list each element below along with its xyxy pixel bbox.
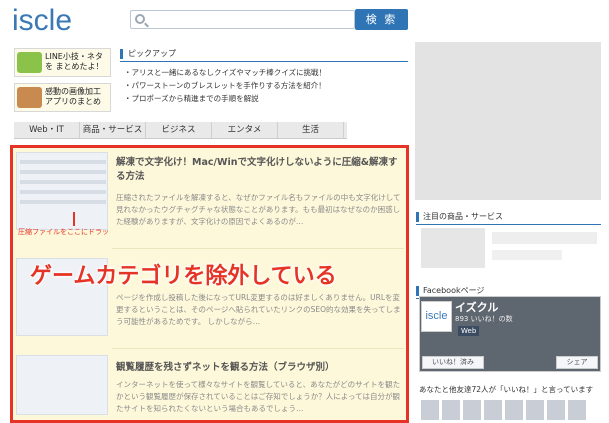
article-excerpt: インターネットを使って様々なサイトを観覧していると、あなたがどのサイトを観たかと… bbox=[116, 380, 401, 413]
featured-text-blurred bbox=[492, 250, 562, 260]
tab-entertainment[interactable]: エンタメ bbox=[212, 122, 278, 138]
featured-text-blurred bbox=[492, 232, 597, 244]
article-thumbnail[interactable] bbox=[16, 355, 108, 415]
article-title[interactable]: 観覧履歴を残さずネットを観る方法（ブラウザ別） bbox=[116, 361, 406, 375]
thumbnail-content bbox=[20, 160, 106, 210]
avatar[interactable] bbox=[547, 400, 565, 420]
banner-photo-apps[interactable]: 感動の画像加工 アプリのまとめ bbox=[14, 83, 111, 112]
avatar[interactable] bbox=[568, 400, 586, 420]
facebook-like-button[interactable]: いいね！済み bbox=[422, 356, 484, 369]
ad-placeholder bbox=[415, 42, 601, 200]
search-icon bbox=[135, 14, 145, 24]
article-divider bbox=[112, 348, 404, 349]
tab-business[interactable]: ビジネス bbox=[146, 122, 212, 138]
line-banner-image bbox=[17, 52, 42, 73]
facebook-like-count: 893 いいね！の数 bbox=[455, 315, 513, 323]
site-logo[interactable]: iscle bbox=[12, 4, 72, 38]
facebook-friend-avatars bbox=[421, 400, 601, 420]
facebook-heading: Facebookページ bbox=[416, 286, 484, 296]
pickup-item[interactable]: ・パワーストーンのブレスレットを手作りする方法を紹介！ bbox=[124, 79, 326, 92]
avatar[interactable] bbox=[421, 400, 439, 420]
article-divider bbox=[112, 248, 404, 249]
banner-label: LINE小技・ネタを まとめたよ！ bbox=[45, 52, 104, 71]
featured-divider bbox=[416, 224, 601, 225]
facebook-share-button[interactable]: シェア bbox=[556, 356, 598, 369]
pickup-divider bbox=[120, 61, 408, 62]
pickup-list: ・アリスと一緒にあるなしクイズやマッチ棒クイズに挑戦！ ・パワーストーンのブレス… bbox=[124, 66, 326, 105]
featured-image[interactable] bbox=[421, 228, 485, 268]
annotation-overlay-text: ゲームカテゴリを除外している bbox=[30, 264, 337, 289]
featured-heading: 注目の商品・サービス bbox=[416, 212, 503, 222]
tab-products-services[interactable]: 商品・サービス bbox=[80, 122, 146, 138]
facebook-page-name[interactable]: イズクル bbox=[455, 299, 498, 315]
article-excerpt: ページを作成し投稿した後になってURL変更するのは好ましくありません。URLを変… bbox=[116, 293, 401, 326]
pickup-item[interactable]: ・プロポーズから精進までの手順を解説 bbox=[124, 92, 326, 105]
banner-label: 感動の画像加工 アプリのまとめ bbox=[45, 87, 101, 106]
facebook-page-avatar[interactable]: iscle bbox=[421, 301, 452, 332]
article-title[interactable]: 解凍で文字化け！Mac/Winで文字化けしないように圧縮&解凍する方法 bbox=[116, 156, 406, 184]
avatar[interactable] bbox=[463, 400, 481, 420]
arrow-icon bbox=[73, 212, 75, 226]
article-excerpt: 圧縮されたファイルを解凍すると、なぜかファイル名もファイルの中も文字化けして見れ… bbox=[116, 193, 401, 226]
thumbnail-caption: 圧縮ファイルをここにドラッ bbox=[18, 228, 109, 236]
avatar[interactable] bbox=[484, 400, 502, 420]
search-input[interactable] bbox=[130, 10, 355, 29]
page: iscle 検 索 LINE小技・ネタを まとめたよ！ 感動の画像加工 アプリの… bbox=[0, 0, 609, 423]
facebook-friends-text: あなたと他友達72人が「いいね！」と言っています bbox=[419, 385, 594, 394]
pickup-item[interactable]: ・アリスと一緒にあるなしクイズやマッチ棒クイズに挑戦！ bbox=[124, 66, 326, 79]
tab-web-it[interactable]: Web・IT bbox=[14, 122, 80, 138]
avatar[interactable] bbox=[505, 400, 523, 420]
search-button[interactable]: 検 索 bbox=[355, 9, 408, 30]
avatar[interactable] bbox=[526, 400, 544, 420]
photo-banner-image bbox=[17, 87, 42, 108]
banner-line-tips[interactable]: LINE小技・ネタを まとめたよ！ bbox=[14, 48, 111, 77]
pickup-heading: ピックアップ bbox=[120, 49, 176, 59]
avatar[interactable] bbox=[442, 400, 460, 420]
facebook-cover-text: Web bbox=[458, 326, 480, 336]
tab-life[interactable]: 生活 bbox=[278, 122, 344, 138]
category-tabs: Web・IT 商品・サービス ビジネス エンタメ 生活 bbox=[14, 122, 347, 139]
